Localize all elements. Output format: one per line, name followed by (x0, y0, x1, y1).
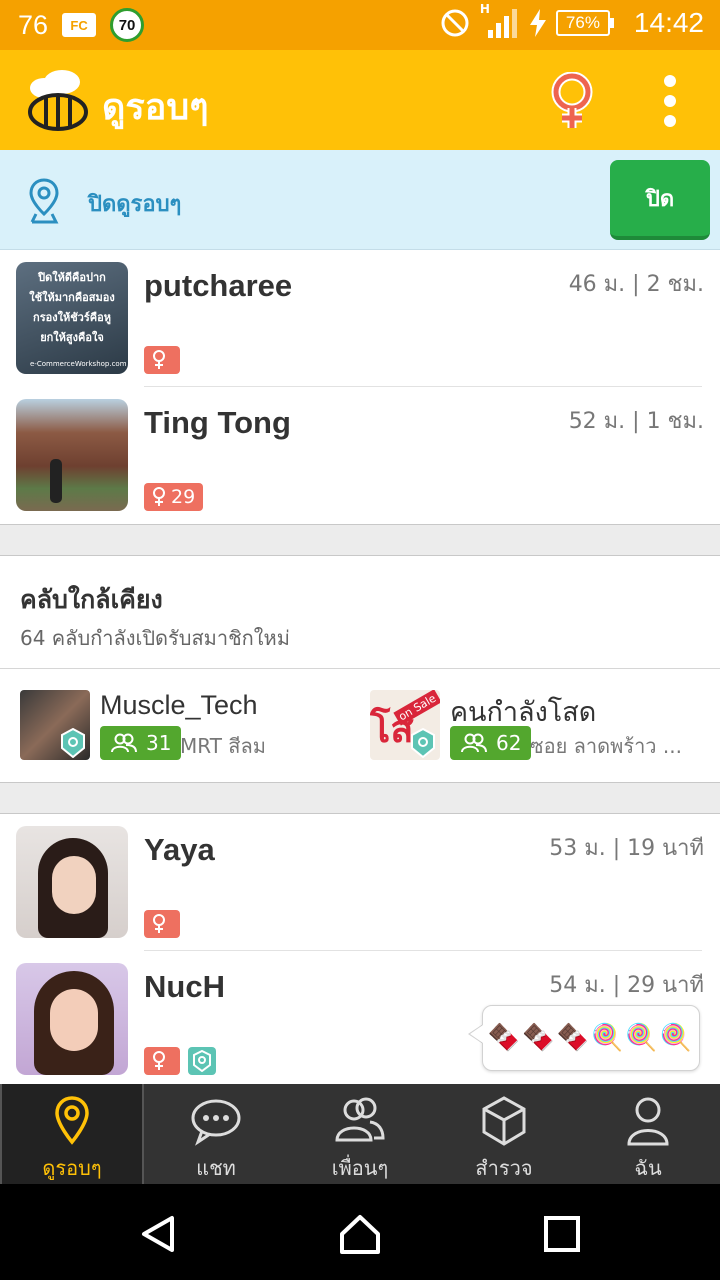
user-name: NucH (144, 969, 225, 1004)
user-row-ting-tong[interactable]: Ting Tong 52 ม. | 1 ชม. 29 (0, 387, 720, 524)
clubs-title: คลับใกล้เคียง (20, 585, 163, 614)
female-icon (153, 914, 165, 933)
female-icon (153, 350, 165, 369)
profile-icon (627, 1097, 669, 1146)
recents-icon[interactable] (540, 1212, 584, 1256)
club-image: โส on Sale (370, 690, 440, 760)
section-gap (0, 524, 720, 556)
beetalk-logo-icon (28, 70, 88, 131)
user-name: putcharee (144, 268, 293, 303)
user-row-putcharee[interactable]: ปิดให้ดีคือปาก ใช้ให้มากคือสมอง กรองให้ช… (0, 250, 720, 387)
club-location: ซอย ลาดพร้าว ... (530, 734, 682, 758)
club-name: Muscle_Tech (100, 690, 258, 720)
tab-label: ฉัน (634, 1156, 662, 1180)
avatar-quote-line: กรองให้ชัวร์คือหู (33, 311, 111, 324)
club-member-count: 31 (100, 726, 182, 760)
nearby-off-banner: ปิดดูรอบๆ ปิด (0, 150, 720, 250)
female-icon (153, 1051, 165, 1070)
clock: 14:42 (633, 7, 704, 38)
system-navigation-bar (0, 1184, 720, 1280)
gender-badge: 29 (144, 483, 204, 511)
location-badge (188, 1047, 216, 1075)
status-number: 76 (18, 9, 49, 40)
club-item-singles[interactable]: โส on Sale คนกำลังโสด 62 ซอย ลาดพร้าว ..… (370, 690, 710, 762)
avatar-quote-line: ใช้ให้มากคือสมอง (29, 291, 115, 304)
tab-label: ดูรอบๆ (42, 1156, 102, 1180)
user-name: Yaya (144, 832, 215, 867)
location-pin-icon (55, 1096, 89, 1145)
user-distance-time: 53 ม. | 19 นาที (549, 836, 704, 861)
female-filter-icon[interactable] (548, 72, 596, 130)
status-bar: 76 FC 70 H 76% 14:42 (0, 0, 720, 50)
avatar (16, 826, 128, 938)
page-title: ดูรอบๆ (102, 87, 209, 128)
explore-cube-icon (482, 1096, 526, 1146)
home-icon[interactable] (338, 1212, 382, 1256)
app-bar: ดูรอบๆ (0, 50, 720, 150)
do-not-disturb-icon (441, 9, 469, 37)
tab-label: แชท (196, 1156, 236, 1180)
club-member-number: 31 (146, 731, 172, 755)
chat-bubble-icon (191, 1099, 241, 1146)
battery-percent: 76% (555, 10, 610, 36)
overflow-menu-icon[interactable] (656, 72, 684, 130)
members-icon (461, 733, 487, 753)
close-button[interactable]: ปิด (610, 160, 710, 240)
clubs-subtitle: 64 คลับกำลังเปิดรับสมาชิกใหม่ (20, 626, 290, 650)
gender-badge (144, 1047, 180, 1075)
chat-bubble-tail-inner (470, 1025, 483, 1043)
tab-explore[interactable]: สำรวจ (432, 1084, 576, 1184)
banner-text: ปิดดูรอบๆ (88, 192, 182, 217)
tab-nearby[interactable]: ดูรอบๆ (0, 1084, 144, 1184)
avatar-quote-line: ยกให้สูงคือใจ (40, 331, 104, 344)
bottom-navigation: ดูรอบๆ แชท เพื่อนๆ สำรวจ ฉัน (0, 1084, 720, 1184)
back-icon[interactable] (136, 1212, 180, 1256)
nearby-clubs-section: คลับใกล้เคียง 64 คลับกำลังเปิดรับสมาชิกใ… (0, 556, 720, 782)
signal-icon: H (480, 2, 520, 40)
charging-icon (529, 9, 546, 37)
user-row-yaya[interactable]: Yaya 53 ม. | 19 นาที (0, 814, 720, 951)
avatar (16, 399, 128, 511)
user-distance-time: 46 ม. | 2 ชม. (568, 272, 704, 297)
club-member-count: 62 (450, 726, 532, 760)
chat-bubble: 🍫🍫🍫🍭🍭🍭 (482, 1005, 700, 1071)
female-icon (153, 487, 165, 506)
gender-badge (144, 910, 180, 938)
section-gap (0, 782, 720, 814)
avatar (16, 963, 128, 1075)
user-distance-time: 54 ม. | 29 นาที (549, 973, 704, 998)
friends-icon (335, 1097, 385, 1142)
club-image-tag: on Sale (393, 690, 440, 726)
fc-icon: FC (62, 13, 97, 37)
club-location: MRT สีลม (180, 734, 266, 758)
avatar-quote-line: ปิดให้ดีคือปาก (38, 271, 106, 284)
location-pin-icon (193, 1050, 211, 1072)
avatar: ปิดให้ดีคือปาก ใช้ให้มากคือสมอง กรองให้ช… (16, 262, 128, 374)
members-icon (111, 733, 137, 753)
gender-badge (144, 346, 180, 374)
location-pin-icon (29, 178, 59, 224)
tab-chat[interactable]: แชท (144, 1084, 288, 1184)
battery-icon: 76% (555, 10, 614, 36)
tab-friends[interactable]: เพื่อนๆ (288, 1084, 432, 1184)
club-item-muscle-tech[interactable]: Muscle_Tech 31 MRT สีลม (20, 690, 360, 762)
speed-limit-icon: 70 (110, 8, 145, 42)
club-image (20, 690, 90, 760)
user-age: 29 (171, 486, 196, 508)
tab-me[interactable]: ฉัน (576, 1084, 720, 1184)
tab-label: สำรวจ (475, 1156, 533, 1180)
user-distance-time: 52 ม. | 1 ชม. (568, 409, 704, 434)
club-member-number: 62 (496, 731, 522, 755)
location-pin-icon (411, 728, 435, 758)
avatar-footer: e-CommerceWorkshop.com (30, 360, 127, 368)
user-name: Ting Tong (144, 405, 291, 440)
location-pin-icon (61, 728, 85, 758)
tab-label: เพื่อนๆ (331, 1156, 389, 1180)
